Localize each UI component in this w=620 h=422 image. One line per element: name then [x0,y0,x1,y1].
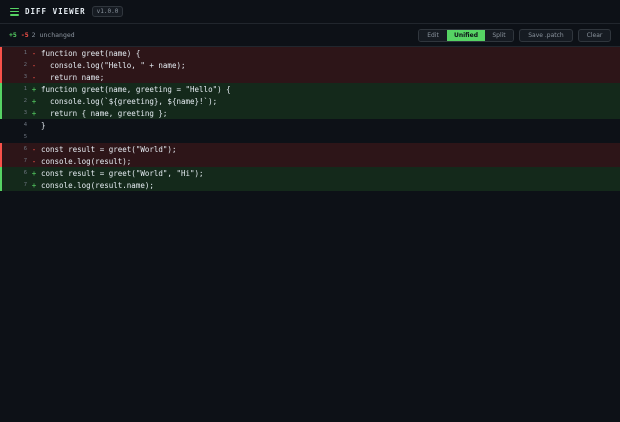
code-text: function greet(name, greeting = "Hello")… [41,84,231,94]
line-number: 7 [23,182,27,188]
line-number: 3 [23,74,27,80]
diff-line-added: 1 + function greet(name, greeting = "Hello… [0,83,620,95]
line-number: 1 [23,50,27,56]
diff-line-removed: 1- function greet(name) { [0,47,620,59]
code-text: console.log(result); [41,156,132,166]
diff-sign: + [31,96,37,106]
line-number: 2 [23,62,27,68]
code-text: console.log(`${greeting}, ${name}!`); [41,96,218,106]
diff-line-removed: 2- console.log("Hello, " + name); [0,59,620,71]
code-text: function greet(name) { [41,48,141,58]
line-number: 5 [23,134,27,140]
diff-line-removed: 3- return name; [0,71,620,83]
added-count: +5 [9,31,17,39]
mode-edit-button[interactable]: Edit [419,29,447,41]
diff-line-removed: 7- console.log(result); [0,155,620,167]
diff-view: 1- function greet(name) {2- console.log("… [0,47,620,191]
diff-line-added: 6 + const result = greet("World", "Hi"); [0,167,620,179]
diff-sign: - [31,60,37,70]
view-mode-toggle: Edit Unified Split [418,28,514,42]
diff-sign: + [31,168,37,178]
version-badge: v1.0.0 [91,6,124,17]
code-text: const result = greet("World", "Hi"); [41,168,204,178]
diff-line-added: 2 + console.log(`${greeting}, ${name}!`); [0,95,620,107]
code-text: const result = greet("World"); [41,144,177,154]
diff-sign: - [31,72,37,82]
app-title: DIFF VIEWER [25,7,86,16]
save-patch-button[interactable]: Save .patch [519,28,573,42]
removed-count: -5 [20,31,29,39]
app-header: DIFF VIEWER v1.0.0 [0,0,620,24]
diff-line-added: 3 + return { name, greeting }; [0,107,620,119]
line-number: 6 [23,146,27,152]
toolbar: +5 -5 2 unchanged Edit Unified Split Sav… [0,24,620,47]
line-number: 4 [23,122,27,128]
diff-sign: + [31,180,37,190]
diff-sign: + [31,108,37,118]
clear-button[interactable]: Clear [578,28,611,42]
diff-line-context: 5 [0,131,620,143]
diff-sign: + [31,84,37,94]
code-text: console.log("Hello, " + name); [41,60,186,70]
code-text: return name; [41,72,105,82]
diff-line-removed: 6- const result = greet("World"); [0,143,620,155]
diff-sign: - [31,144,37,154]
menu-icon[interactable] [10,7,19,16]
code-text: console.log(result.name); [41,180,154,190]
code-text: return { name, greeting }; [41,108,168,118]
line-number: 3 [23,110,27,116]
diff-line-context: 4} [0,119,620,131]
mode-split-button[interactable]: Split [485,29,513,41]
line-number: 2 [23,98,27,104]
line-number: 6 [23,170,27,176]
line-number: 1 [23,86,27,92]
code-text: } [41,120,46,130]
diff-stats: +5 -5 2 unchanged [9,31,75,39]
mode-unified-button[interactable]: Unified [447,29,485,41]
diff-line-added: 7 + console.log(result.name); [0,179,620,191]
diff-sign: - [31,48,37,58]
diff-sign: - [31,156,37,166]
unchanged-count: 2 unchanged [31,31,75,39]
line-number: 7 [23,158,27,164]
